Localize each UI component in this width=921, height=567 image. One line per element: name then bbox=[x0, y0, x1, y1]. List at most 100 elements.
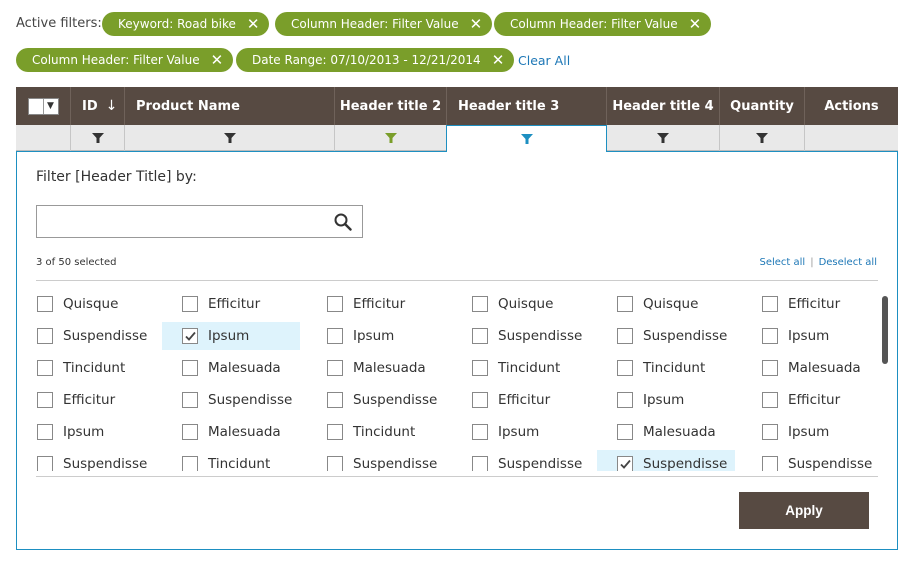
filter-option[interactable]: Suspendisse bbox=[597, 450, 735, 471]
checkbox[interactable] bbox=[37, 296, 53, 312]
column-header-title-4[interactable]: Header title 4 bbox=[607, 87, 720, 125]
checkbox[interactable] bbox=[182, 424, 198, 440]
filter-chip-column-2[interactable]: Column Header: Filter Value ✕ bbox=[494, 12, 712, 36]
checkbox[interactable] bbox=[37, 360, 53, 376]
checkbox[interactable] bbox=[327, 296, 343, 312]
checkbox[interactable] bbox=[472, 392, 488, 408]
checkbox[interactable] bbox=[762, 360, 778, 376]
checkbox[interactable] bbox=[762, 392, 778, 408]
checkbox[interactable] bbox=[182, 296, 198, 312]
filter-chip-keyword[interactable]: Keyword: Road bike ✕ bbox=[102, 12, 270, 36]
filter-option[interactable]: Malesuada bbox=[162, 418, 300, 446]
filter-option[interactable]: Suspendisse bbox=[452, 322, 590, 350]
filter-cell-title-3[interactable] bbox=[446, 125, 607, 152]
checkbox-checked[interactable] bbox=[617, 456, 633, 471]
filter-option[interactable]: Suspendisse bbox=[162, 386, 300, 414]
checkbox[interactable] bbox=[762, 424, 778, 440]
filter-cell-quantity[interactable] bbox=[720, 125, 805, 151]
checkbox[interactable] bbox=[327, 360, 343, 376]
column-header-title-3[interactable]: Header title 3 bbox=[447, 87, 607, 125]
close-icon[interactable]: ✕ bbox=[247, 16, 260, 32]
search-icon[interactable] bbox=[334, 213, 352, 231]
checkbox[interactable] bbox=[182, 392, 198, 408]
filter-option[interactable]: Malesuada bbox=[162, 354, 300, 382]
select-all-link[interactable]: Select all bbox=[759, 257, 805, 268]
checkbox[interactable] bbox=[327, 424, 343, 440]
checkbox[interactable] bbox=[29, 98, 44, 114]
filter-option[interactable]: Ipsum bbox=[307, 322, 445, 350]
filter-icon[interactable] bbox=[91, 133, 104, 143]
filter-option[interactable]: Efficitur bbox=[17, 386, 155, 414]
filter-option[interactable]: Suspendisse bbox=[597, 322, 735, 350]
checkbox-checked[interactable] bbox=[182, 328, 198, 344]
filter-option[interactable]: Tincidunt bbox=[17, 354, 155, 382]
filter-applied-icon[interactable] bbox=[384, 133, 397, 143]
checkbox[interactable] bbox=[182, 456, 198, 471]
column-header-id[interactable]: ID ↓ bbox=[71, 87, 125, 125]
column-header-quantity[interactable]: Quantity bbox=[720, 87, 805, 125]
apply-button[interactable]: Apply bbox=[739, 492, 869, 529]
checkbox[interactable] bbox=[617, 360, 633, 376]
column-header-product-name[interactable]: Product Name bbox=[125, 87, 335, 125]
column-header-title-2[interactable]: Header title 2 bbox=[335, 87, 447, 125]
checkbox[interactable] bbox=[617, 392, 633, 408]
filter-option[interactable]: Tincidunt bbox=[307, 418, 445, 446]
filter-option[interactable]: Ipsum bbox=[742, 418, 877, 446]
filter-option[interactable]: Malesuada bbox=[742, 354, 877, 382]
filter-icon[interactable] bbox=[756, 133, 768, 143]
close-icon[interactable]: ✕ bbox=[211, 52, 224, 68]
filter-icon[interactable] bbox=[657, 133, 669, 143]
bulk-select-dropdown[interactable]: ▼ bbox=[27, 97, 59, 115]
checkbox[interactable] bbox=[37, 328, 53, 344]
checkbox[interactable] bbox=[762, 328, 778, 344]
filter-option[interactable]: Suspendisse bbox=[452, 450, 590, 471]
filter-option[interactable]: Ipsum bbox=[17, 418, 155, 446]
filter-icon[interactable] bbox=[223, 133, 236, 143]
close-icon[interactable]: ✕ bbox=[470, 16, 483, 32]
filter-option[interactable]: Suspendisse bbox=[17, 450, 155, 471]
checkbox[interactable] bbox=[617, 328, 633, 344]
checkbox[interactable] bbox=[617, 424, 633, 440]
filter-option[interactable]: Efficitur bbox=[742, 290, 877, 318]
filter-option[interactable]: Efficitur bbox=[452, 386, 590, 414]
column-header-select[interactable]: ▼ bbox=[16, 87, 71, 125]
filter-cell-title-4[interactable] bbox=[607, 125, 720, 151]
close-icon[interactable]: ✕ bbox=[689, 16, 702, 32]
filter-cell-title-2[interactable] bbox=[335, 125, 447, 151]
filter-chip-date-range[interactable]: Date Range: 07/10/2013 - 12/21/2014 ✕ bbox=[236, 48, 515, 72]
filter-option[interactable]: Ipsum bbox=[742, 322, 877, 350]
filter-option[interactable]: Efficitur bbox=[162, 290, 300, 318]
deselect-all-link[interactable]: Deselect all bbox=[819, 257, 877, 268]
filter-cell-product-name[interactable] bbox=[125, 125, 335, 151]
checkbox[interactable] bbox=[472, 296, 488, 312]
checkbox[interactable] bbox=[472, 456, 488, 471]
filter-chip-column-3[interactable]: Column Header: Filter Value ✕ bbox=[16, 48, 234, 72]
filter-option[interactable]: Quisque bbox=[17, 290, 155, 318]
filter-option[interactable]: Quisque bbox=[452, 290, 590, 318]
scrollbar-thumb[interactable] bbox=[882, 296, 888, 364]
checkbox[interactable] bbox=[617, 296, 633, 312]
filter-option[interactable]: Efficitur bbox=[307, 290, 445, 318]
filter-active-icon[interactable] bbox=[520, 134, 533, 144]
filter-option[interactable]: Tincidunt bbox=[162, 450, 300, 471]
checkbox[interactable] bbox=[37, 392, 53, 408]
filter-option[interactable]: Efficitur bbox=[742, 386, 877, 414]
filter-option[interactable]: Ipsum bbox=[597, 386, 735, 414]
filter-chip-column-1[interactable]: Column Header: Filter Value ✕ bbox=[275, 12, 493, 36]
filter-cell-id[interactable] bbox=[71, 125, 125, 151]
checkbox[interactable] bbox=[327, 328, 343, 344]
checkbox[interactable] bbox=[762, 296, 778, 312]
filter-option[interactable]: Ipsum bbox=[162, 322, 300, 350]
checkbox[interactable] bbox=[327, 392, 343, 408]
checkbox[interactable] bbox=[182, 360, 198, 376]
filter-option[interactable]: Tincidunt bbox=[452, 354, 590, 382]
filter-option[interactable]: Suspendisse bbox=[307, 386, 445, 414]
filter-search-input[interactable] bbox=[36, 205, 363, 238]
checkbox[interactable] bbox=[37, 424, 53, 440]
clear-all-link[interactable]: Clear All bbox=[518, 53, 570, 68]
filter-option[interactable]: Tincidunt bbox=[597, 354, 735, 382]
filter-option[interactable]: Suspendisse bbox=[742, 450, 877, 471]
filter-option[interactable]: Suspendisse bbox=[17, 322, 155, 350]
filter-option[interactable]: Quisque bbox=[597, 290, 735, 318]
checkbox[interactable] bbox=[472, 424, 488, 440]
